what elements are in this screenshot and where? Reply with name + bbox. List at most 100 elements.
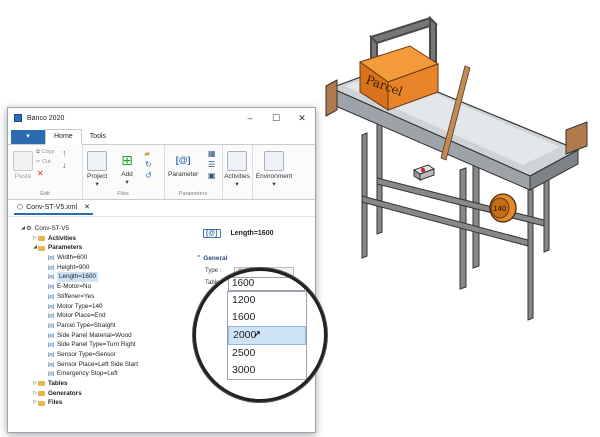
- tree-node-tables[interactable]: ▷ Tables: [20, 379, 138, 389]
- environment-label: Environment: [255, 173, 293, 180]
- list-icon[interactable]: ☰: [208, 160, 215, 169]
- activities-button[interactable]: Activities ▾: [222, 151, 252, 188]
- cut-button[interactable]: ✂ Cut: [36, 159, 51, 165]
- tree-param[interactable]: [@] Height=900: [20, 263, 138, 273]
- dropdown-option[interactable]: 2500: [228, 345, 306, 362]
- motor: 140: [489, 193, 517, 223]
- param-label: Stiffener=Yes: [56, 292, 95, 300]
- tree-param[interactable]: [@] Width=600: [20, 253, 138, 263]
- project-button[interactable]: Project ▾: [87, 151, 107, 188]
- delete-icon[interactable]: ✕: [37, 169, 44, 178]
- length-dropdown[interactable]: 1600 ▾: [228, 277, 305, 291]
- tree-node-generators[interactable]: ▷ Generators: [20, 389, 138, 399]
- tab-home[interactable]: Home: [45, 129, 82, 145]
- tree-param-selected[interactable]: [@] Length=1600: [20, 272, 138, 283]
- environment-button[interactable]: Environment ▾: [254, 151, 294, 188]
- table-icon[interactable]: ▦: [208, 149, 216, 158]
- param-label: Side Panel Material=Wood: [56, 331, 132, 339]
- paste-button[interactable]: Paste: [13, 151, 33, 180]
- window-title: Banco 2020: [27, 114, 65, 122]
- property-title: Length=1600: [230, 230, 274, 237]
- param-label: Motor Place=End: [56, 312, 106, 320]
- folder-icon[interactable]: ▰: [144, 149, 150, 158]
- tree-node-activities[interactable]: ▷ Activities: [20, 234, 138, 244]
- parameter-icon: [@]: [203, 229, 221, 238]
- refresh-icon[interactable]: ↻: [145, 160, 152, 169]
- param-label: Width=600: [56, 254, 88, 262]
- dropdown-option-highlighted[interactable]: 2000: [228, 326, 306, 345]
- tree-root-label: Conv-ST-V5: [34, 225, 69, 232]
- tree-param[interactable]: [@] Motor Place=End: [20, 311, 138, 321]
- parameter-label: Parameter: [168, 171, 199, 178]
- tree-param[interactable]: [@] Sensor Place=Left Side Start: [20, 360, 138, 370]
- param-label: Motor Type=140: [56, 302, 103, 310]
- project-tree: ◢ ⚙ Conv-ST-V5 ▷ Activities ◢ Parameters [@]…: [20, 224, 138, 408]
- ribbon-group-edit: Paste ⧉ Copy ✂ Cut ✕ ↑ ↓ Edit: [8, 145, 83, 199]
- mouse-cursor-icon: ➚: [253, 329, 262, 340]
- folder-icon: [38, 381, 45, 387]
- ribbon: Paste ⧉ Copy ✂ Cut ✕ ↑ ↓ Edit Project ▾ ⊞…: [8, 145, 315, 200]
- chevron-up-icon: ⌃: [196, 255, 202, 262]
- rotate-icon[interactable]: ↺: [145, 171, 152, 180]
- tree-node-parameters[interactable]: ◢ Parameters: [20, 243, 138, 253]
- copy-button[interactable]: ⧉ Copy: [36, 149, 54, 156]
- gear-icon: ⚙: [26, 225, 32, 232]
- generator-icon[interactable]: ▣: [208, 171, 216, 180]
- ribbon-group-environment: Environment ▾: [252, 145, 296, 199]
- parameter-icon: [@]: [48, 274, 54, 280]
- dropdown-option[interactable]: 3000: [228, 362, 306, 379]
- param-label: Height=900: [56, 263, 90, 271]
- tree-param[interactable]: [@] Side Panel Type=Turn Right: [20, 340, 138, 350]
- tree-param[interactable]: [@] Emergency Stop=Left: [20, 369, 138, 379]
- project-icon: [87, 151, 108, 171]
- dropdown-option[interactable]: 1600: [228, 309, 306, 326]
- parameter-icon: [@]: [48, 293, 54, 299]
- magnifier-lens: 1600 ▾ 1200 1600 2000 2500 3000 ➚: [193, 268, 327, 402]
- tree-param[interactable]: [@] E-Motor=No: [20, 282, 138, 292]
- parameter-icon: [@]: [48, 351, 54, 357]
- add-button[interactable]: ⊞ Add ▾: [118, 151, 136, 186]
- paste-label: Paste: [14, 173, 32, 180]
- folder-icon: [38, 400, 45, 406]
- tree-param[interactable]: [@] Stiffener=Yes: [20, 292, 138, 302]
- close-tab-icon[interactable]: ✕: [84, 203, 90, 211]
- app-icon: [14, 114, 22, 122]
- tree-node-files[interactable]: ▷ Files: [20, 398, 138, 408]
- general-label: General: [203, 255, 228, 262]
- tree-param[interactable]: [@] Sensor Type=Sensor: [20, 350, 138, 360]
- general-section-header[interactable]: ⌃ General: [196, 254, 227, 262]
- tree-param[interactable]: [@] Side Panel Material=Wood: [20, 331, 138, 341]
- close-button[interactable]: ✕: [289, 108, 315, 128]
- add-label: Add: [121, 171, 133, 178]
- activities-label: Activities: [224, 173, 250, 180]
- parameter-icon: [@]: [48, 332, 54, 338]
- parameter-button[interactable]: [@] Parameter: [168, 151, 198, 178]
- move-down-icon[interactable]: ↓: [62, 160, 67, 170]
- document-tab[interactable]: ⬡ Conv-ST-V5.xml ✕: [14, 201, 93, 215]
- tab-tools[interactable]: Tools: [82, 130, 114, 144]
- project-label: Project: [87, 173, 108, 180]
- folder-icon: [38, 391, 45, 397]
- ribbon-group-files: Project ▾ ⊞ Add ▾ ▰ ↻ ↺ Files: [82, 145, 165, 199]
- file-menu-button[interactable]: ▾: [11, 130, 45, 144]
- tree-param[interactable]: [@] Parcel Type=Straight: [20, 321, 138, 331]
- move-up-icon[interactable]: ↑: [62, 148, 67, 158]
- parameter-icon: [@]: [175, 155, 191, 165]
- dropdown-option[interactable]: 1200: [228, 292, 306, 309]
- minimize-button[interactable]: –: [237, 108, 263, 128]
- tree-activities-label: Activities: [48, 234, 76, 242]
- maximize-button[interactable]: ☐: [263, 108, 289, 128]
- chevron-down-icon[interactable]: ▾: [297, 278, 301, 290]
- motor-label: 140: [493, 205, 506, 213]
- tree-root[interactable]: ◢ ⚙ Conv-ST-V5: [20, 224, 138, 234]
- parameter-icon: [@]: [48, 264, 54, 270]
- conveyor-illustration: Parcel 140: [325, 15, 588, 321]
- tree-param[interactable]: [@] Motor Type=140: [20, 302, 138, 312]
- tree-tables-label: Tables: [48, 380, 68, 387]
- parameter-icon: [@]: [48, 371, 54, 377]
- parameter-icon: [@]: [48, 361, 54, 367]
- param-label: Parcel Type=Straight: [56, 321, 116, 329]
- parameter-icon: [@]: [48, 284, 54, 290]
- folder-icon: [38, 245, 45, 251]
- parameter-icon: [@]: [48, 255, 54, 261]
